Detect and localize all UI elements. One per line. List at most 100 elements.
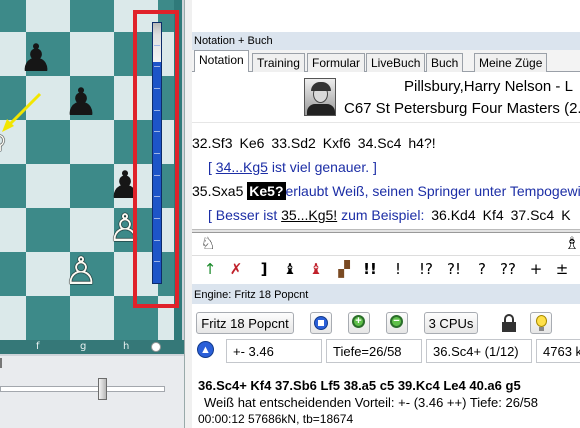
notation-toolbar-top: ♘ ♗ — [192, 234, 580, 254]
engine-name-button[interactable]: Fritz 18 Popcnt — [196, 312, 294, 334]
stop-engine-button[interactable] — [310, 312, 332, 334]
engine-depth: Tiefe=26/58 — [326, 339, 422, 363]
tab-livebuch[interactable]: LiveBuch — [366, 53, 426, 72]
engine-eval: +- 3.46 — [226, 339, 322, 363]
delete-variation-icon[interactable]: ✗ — [228, 260, 244, 278]
move[interactable]: Kf4 — [483, 207, 504, 223]
notation-line-2: [ 34...Kg5 ist viel genauer. ] — [208, 159, 377, 175]
evaluation-bar-highlight — [133, 10, 179, 308]
red-bishop-icon[interactable]: ♝ — [308, 260, 324, 278]
replay-slider-track[interactable] — [0, 386, 165, 392]
engine-current-move: 36.Sc4+ (1/12) — [426, 339, 532, 363]
tab-meine-zuege[interactable]: Meine Züge — [474, 53, 548, 72]
white-pawn-g2[interactable]: ♙ — [64, 251, 98, 291]
bracket-open: [ — [208, 207, 212, 223]
white-better-button[interactable]: ± — [554, 260, 570, 278]
black-pawn-f7[interactable]: ♟ — [19, 38, 53, 78]
move[interactable]: 37.Sc4 — [511, 207, 555, 223]
annotation-comment: ist viel genauer. — [271, 159, 370, 175]
board-square[interactable] — [26, 208, 70, 252]
notation-tabs: Notation Training Formular LiveBuch Buch… — [192, 50, 580, 73]
opening-name: C67 St Petersburg Four Masters (2.3) — [344, 100, 580, 117]
add-line-button[interactable]: + — [348, 312, 370, 334]
engine-assessment: Weiß hat entscheidenden Vorteil: +- (3.4… — [204, 395, 538, 410]
board-square[interactable] — [0, 0, 26, 32]
notation-text[interactable]: 32.Sf3 Ke6 33.Sd2 Kxf6 34.Sc4 h4?! [ 34...Kg5… — [192, 122, 580, 230]
move[interactable]: 36.Kd4 — [431, 207, 475, 223]
tab-notation[interactable]: Notation — [194, 50, 249, 73]
variation-move[interactable]: 34...Kg5 — [216, 159, 268, 175]
zoom-in-icon: + — [352, 315, 365, 328]
up-arrow-icon[interactable]: ↑ — [202, 260, 218, 278]
blunder-button[interactable]: ?? — [500, 260, 516, 278]
good-move-button[interactable]: ! — [390, 260, 406, 278]
mistake-button[interactable]: ? — [474, 260, 490, 278]
panel-separator[interactable] — [192, 230, 580, 233]
file-label-h: h — [123, 341, 130, 352]
annotation-middle: zum Beispiel: — [341, 207, 425, 223]
replay-slider-area — [0, 356, 184, 428]
engine-panel-title[interactable]: Engine: Fritz 18 Popcnt — [192, 284, 580, 304]
notation-line-3: 35.Sxa5 Ke5? erlaubt Weiß, seinen Springe… — [192, 182, 580, 200]
chessboard[interactable]: ♟ ♟ ♟ ♙ ♙ ♔ — [0, 0, 182, 340]
current-move[interactable]: Ke5? — [247, 182, 286, 200]
tab-formular[interactable]: Formular — [307, 53, 366, 72]
board-square[interactable] — [26, 296, 70, 340]
board-square[interactable] — [0, 164, 26, 208]
annotation-comment: erlaubt Weiß, seinen Springer unter Temp… — [285, 183, 580, 199]
board-square[interactable] — [70, 0, 114, 32]
file-label-f: f — [36, 341, 40, 352]
board-square[interactable] — [0, 252, 26, 296]
brilliant-move-button[interactable]: !! — [362, 260, 378, 278]
variation-move[interactable]: 35...Kg5! — [281, 207, 337, 223]
black-bishop-icon[interactable]: ♝ — [282, 260, 298, 278]
engine-stats: 00:00:12 57686kN, tb=18674 — [198, 412, 354, 426]
engine-principal-variation[interactable]: 36.Sc4+ Kf4 37.Sb6 Lf5 38.a5 c5 39.Kc4 L… — [198, 378, 521, 393]
annotation-toolbar: ↑ ✗ ] ♝ ♝ ▞ !! ! !? ?! ? ?? +− ± — [192, 255, 580, 296]
move[interactable]: Kxf6 — [323, 135, 351, 151]
move[interactable]: K — [561, 207, 570, 223]
lock-button[interactable] — [500, 312, 522, 334]
game-header: Pillsbury,Harry Nelson - L C67 St Peters… — [192, 72, 580, 122]
bishop-icon[interactable]: ♗ — [564, 234, 580, 254]
board-square[interactable] — [70, 32, 114, 76]
scroll-marker — [0, 358, 2, 368]
move[interactable]: h4?! — [408, 135, 435, 151]
lightbulb-icon — [536, 315, 547, 327]
side-to-move-indicator — [151, 342, 161, 352]
tab-training[interactable]: Training — [252, 53, 305, 72]
board-square[interactable] — [0, 208, 26, 252]
board-square[interactable] — [70, 296, 114, 340]
move[interactable]: 35.Sxa5 — [192, 183, 243, 199]
expand-button[interactable]: ▲ — [196, 340, 218, 362]
move[interactable]: 34.Sc4 — [358, 135, 402, 151]
black-pawn-g6[interactable]: ♟ — [64, 82, 98, 122]
board-square[interactable] — [26, 0, 70, 32]
tab-buch[interactable]: Buch — [426, 53, 464, 72]
panel-splitter[interactable] — [184, 0, 192, 428]
board-square[interactable] — [26, 164, 70, 208]
zoom-out-icon: − — [390, 315, 403, 328]
annotation-prefix: Besser ist — [215, 207, 278, 223]
hint-button[interactable] — [530, 312, 552, 334]
dubious-move-button[interactable]: ?! — [446, 260, 462, 278]
player-names: Pillsbury,Harry Nelson - L — [404, 78, 573, 95]
cpus-button[interactable]: 3 CPUs — [424, 312, 478, 334]
player-portrait — [304, 78, 336, 116]
engine-panel: Engine: Fritz 18 Popcnt Fritz 18 Popcnt … — [192, 284, 580, 428]
board-diagram-icon[interactable]: ▞ — [336, 260, 352, 278]
replay-slider-thumb[interactable] — [98, 378, 107, 400]
interesting-move-button[interactable]: !? — [418, 260, 434, 278]
move[interactable]: 32.Sf3 — [192, 135, 232, 151]
notation-panel-title[interactable]: Notation + Buch — [192, 32, 580, 50]
knight-icon[interactable]: ♘ — [200, 234, 216, 254]
board-square[interactable] — [0, 296, 26, 340]
bracket-icon[interactable]: ] — [256, 260, 272, 278]
file-label-g: g — [80, 341, 87, 352]
engine-nodes: 4763 k — [536, 339, 580, 363]
move[interactable]: 33.Sd2 — [271, 135, 315, 151]
move[interactable]: Ke6 — [239, 135, 264, 151]
move-arrow — [2, 92, 42, 132]
remove-line-button[interactable]: − — [386, 312, 408, 334]
board-square[interactable] — [70, 120, 114, 164]
